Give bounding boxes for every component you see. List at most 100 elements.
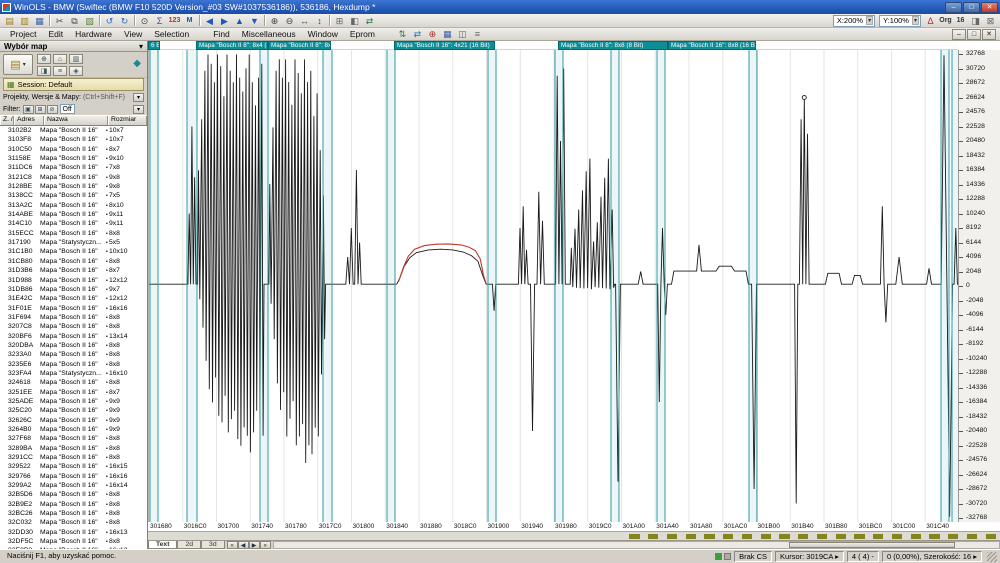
window-icon[interactable]: ◫ xyxy=(455,28,470,41)
panel-tool-button-4[interactable]: ≡ xyxy=(53,66,67,76)
map-list-row[interactable]: 3207C8Mapa "Bosch II 16"▪8x8 xyxy=(0,322,147,331)
panel-tool-button-3[interactable]: ◨ xyxy=(37,66,51,76)
map-list-row[interactable]: 3291CCMapa "Bosch II 16"▪8x8 xyxy=(0,453,147,462)
map-region-header[interactable]: 6 Bit) xyxy=(148,41,160,50)
map-list-row[interactable]: 320DBAMapa "Bosch II 16"▪8x8 xyxy=(0,341,147,350)
diff-icon[interactable]: Δ xyxy=(923,14,938,27)
map-list-row[interactable]: 3235E6Mapa "Bosch II 16"▪8x8 xyxy=(0,360,147,369)
menu-edit[interactable]: Edit xyxy=(42,28,69,40)
map-list-row[interactable]: 320BF6Mapa "Bosch II 16"▪13x14 xyxy=(0,332,147,341)
checksum-icon[interactable]: Σ xyxy=(152,14,167,27)
map-list-row[interactable]: 313A2CMapa "Bosch II 16"▪8x10 xyxy=(0,201,147,210)
map-region-header[interactable]: Mapa "Bosch II 8": 8x4 (8 Bit) xyxy=(268,41,331,50)
maximize-button[interactable]: □ xyxy=(963,2,980,13)
map-list-row[interactable]: 31F01EMapa "Bosch II 16"▪16x16 xyxy=(0,304,147,313)
search-icon[interactable]: ⊙ xyxy=(137,14,152,27)
tab-scroll-arrow-0[interactable]: « xyxy=(227,541,238,549)
map-list[interactable]: 3102B2Mapa "Bosch II 16"▪10x73103F8Mapa … xyxy=(0,125,147,549)
panel-tool-button-2[interactable]: ▥ xyxy=(69,54,83,64)
map-list-row[interactable]: 311DC6Mapa "Bosch II 16"▪7x8 xyxy=(0,163,147,172)
map-region-header[interactable]: Mapa "Bosch II 8": 8x4 (8 xyxy=(196,41,268,50)
panel-tool-button-5[interactable]: ◈ xyxy=(69,66,83,76)
import-icon[interactable]: ⇅ xyxy=(395,28,410,41)
zoom-in-icon[interactable]: ⊕ xyxy=(267,14,282,27)
map-list-row[interactable]: 32626CMapa "Bosch II 16"▪9x9 xyxy=(0,416,147,425)
open-map-folder-button[interactable]: ▤ ▾ xyxy=(3,54,33,75)
menu-view[interactable]: View xyxy=(118,28,148,40)
waveform-plot[interactable] xyxy=(148,50,958,522)
chevron-down-icon[interactable]: ▾ xyxy=(912,16,919,25)
map-list-row[interactable]: 314ABEMapa "Bosch II 16"▪9x11 xyxy=(0,210,147,219)
numbers-icon[interactable]: 123 xyxy=(167,14,182,27)
add-map-icon[interactable]: ⊕ xyxy=(425,28,440,41)
tab-2d[interactable]: 2d xyxy=(177,541,201,549)
open-project-icon[interactable]: ▥ xyxy=(17,14,32,27)
mdi-close-button[interactable]: ✕ xyxy=(982,29,996,40)
map-list-row[interactable]: 31D3B6Mapa "Bosch II 16"▪8x7 xyxy=(0,266,147,275)
lock-icon[interactable]: ⊠ xyxy=(983,14,998,27)
map-list-row[interactable]: 315ECCMapa "Bosch II 16"▪8x8 xyxy=(0,229,147,238)
menu-miscellaneous[interactable]: Miscellaneous xyxy=(236,28,302,40)
map-list-row[interactable]: 3103F8Mapa "Bosch II 16"▪10x7 xyxy=(0,135,147,144)
map-overview-strip[interactable] xyxy=(148,531,1000,540)
close-button[interactable]: ✕ xyxy=(981,2,998,13)
tab-text[interactable]: Text xyxy=(148,541,177,549)
undo-icon[interactable]: ↺ xyxy=(102,14,117,27)
list-icon[interactable]: ≡ xyxy=(470,28,485,41)
save-icon[interactable]: ▦ xyxy=(32,14,47,27)
map-region-header[interactable]: Mapa "Bosch II 16": 8x8 (16 Bit) xyxy=(668,41,756,50)
map-list-row[interactable]: 31F694Mapa "Bosch II 16"▪8x8 xyxy=(0,313,147,322)
zoom-x-combobox[interactable]: X:200% ▾ xyxy=(833,15,875,27)
map-list-row[interactable]: 3264B0Mapa "Bosch II 16"▪9x9 xyxy=(0,425,147,434)
column-header-nazwa[interactable]: Nazwa xyxy=(44,116,108,125)
map-list-row[interactable]: 31D988Mapa "Bosch II 16"▪12x12 xyxy=(0,276,147,285)
grid-icon[interactable]: ⊞ xyxy=(332,14,347,27)
map-list-row[interactable]: 3128BEMapa "Bosch II 16"▪9x8 xyxy=(0,182,147,191)
map-list-row[interactable]: 310C50Mapa "Bosch II 16"▪8x7 xyxy=(0,145,147,154)
paste-icon[interactable]: ▧ xyxy=(82,14,97,27)
map-list-row[interactable]: 32B9E2Mapa "Bosch II 16"▪8x8 xyxy=(0,500,147,509)
mdi-minimize-button[interactable]: ‒ xyxy=(952,29,966,40)
projects-header[interactable]: Projekty, Wersje & Mapy: (Ctrl+Shift+F) … xyxy=(0,91,147,103)
title-bar[interactable]: WinOLS - BMW (Swiftec (BMW F10 520D Vers… xyxy=(0,0,1000,14)
filter-toggle-2[interactable]: ⊘ xyxy=(47,105,58,114)
map-list-row[interactable]: 31CB80Mapa "Bosch II 16"▪8x8 xyxy=(0,257,147,266)
map-list-row[interactable]: 3233A0Mapa "Bosch II 16"▪8x8 xyxy=(0,350,147,359)
maps-icon[interactable]: M xyxy=(182,14,197,27)
map-list-row[interactable]: 3138CCMapa "Bosch II 16"▪7x5 xyxy=(0,191,147,200)
filter-select[interactable]: Off xyxy=(60,104,75,114)
map-list-row[interactable]: 3251EEMapa "Bosch II 16"▪8x7 xyxy=(0,388,147,397)
filter-toggle-1[interactable]: ⊞ xyxy=(35,105,46,114)
map-list-row[interactable]: 329522Mapa "Bosch II 16"▪16x15 xyxy=(0,462,147,471)
map-list-row[interactable]: 3102B2Mapa "Bosch II 16"▪10x7 xyxy=(0,126,147,135)
tab-scroll-arrow-3[interactable]: » xyxy=(260,541,271,549)
compare-icon[interactable]: ⇄ xyxy=(362,14,377,27)
column-header-adres[interactable]: Adres xyxy=(14,116,44,125)
down-icon[interactable]: ▼ xyxy=(247,14,262,27)
mdi-restore-button[interactable]: □ xyxy=(967,29,981,40)
cut-icon[interactable]: ✂ xyxy=(52,14,67,27)
map-list-icon[interactable]: ▦ xyxy=(440,28,455,41)
map-list-row[interactable]: 31158EMapa "Bosch II 16"▪9x10 xyxy=(0,154,147,163)
export-icon[interactable]: ⇄ xyxy=(410,28,425,41)
fit-height-icon[interactable]: ↕ xyxy=(312,14,327,27)
resize-grip[interactable] xyxy=(987,552,997,562)
menu-eprom[interactable]: Eprom xyxy=(344,28,381,40)
redo-icon[interactable]: ↻ xyxy=(117,14,132,27)
map-list-row[interactable]: 32C032Mapa "Bosch II 16"▪8x8 xyxy=(0,518,147,527)
chevron-down-icon[interactable]: ▾ xyxy=(133,93,144,102)
map-list-row[interactable]: 324618Mapa "Bosch II 16"▪8x8 xyxy=(0,378,147,387)
tab-scroll-arrow-2[interactable]: ▶ xyxy=(249,541,260,549)
up-icon[interactable]: ▲ xyxy=(232,14,247,27)
map-list-row[interactable]: 32DF5CMapa "Bosch II 16"▪8x8 xyxy=(0,537,147,546)
panel-tool-button-0[interactable]: ⊕ xyxy=(37,54,51,64)
map-list-row[interactable]: 317190Mapa "Statystyczn...▪5x5 xyxy=(0,238,147,247)
scrollbar-thumb[interactable] xyxy=(789,542,956,548)
map-list-row[interactable]: 32DD30Mapa "Bosch II 16"▪16x13 xyxy=(0,528,147,537)
map-list-row[interactable]: 32BC26Mapa "Bosch II 16"▪8x8 xyxy=(0,509,147,518)
split-icon[interactable]: ◨ xyxy=(968,14,983,27)
tab-3d[interactable]: 3d xyxy=(201,541,225,549)
map-list-row[interactable]: 31DB86Mapa "Bosch II 16"▪9x7 xyxy=(0,285,147,294)
filter-toggle-0[interactable]: ▣ xyxy=(23,105,34,114)
chevron-down-icon[interactable]: ▾ xyxy=(133,105,144,114)
